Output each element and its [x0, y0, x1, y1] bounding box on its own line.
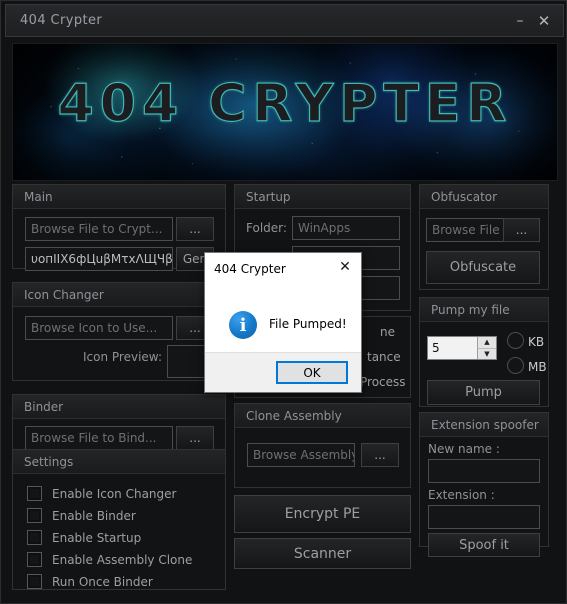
obfuscate-button[interactable]: Obfuscate — [426, 251, 540, 284]
dialog-ok-button[interactable]: OK — [276, 361, 348, 384]
settings-panel-title: Settings — [13, 450, 225, 474]
banner-logo-text: 404 CRYPTER — [57, 73, 513, 134]
clone-assembly-panel: Clone Assembly Browse Assembly ... — [234, 403, 411, 488]
crypt-file-input[interactable]: Browse File to Crypt... — [25, 217, 173, 241]
minimize-button[interactable]: – — [511, 12, 529, 30]
app-banner: 404 CRYPTER — [12, 43, 558, 181]
label-run-once-binder[interactable]: Run Once Binder — [52, 575, 153, 589]
bind-file-input[interactable]: Browse File to Bind... — [25, 426, 173, 450]
window-title: 404 Crypter — [20, 13, 103, 28]
extension-label: Extension : — [428, 488, 495, 502]
label-enable-assembly-clone[interactable]: Enable Assembly Clone — [52, 553, 192, 567]
icon-file-input[interactable]: Browse Icon to Use... — [25, 316, 173, 340]
checkbox-run-once-binder[interactable] — [27, 574, 42, 589]
dialog-footer: OK — [205, 352, 361, 392]
startup-option-1-label[interactable]: ne — [380, 325, 395, 339]
label-unit-mb[interactable]: MB — [528, 360, 547, 374]
dialog-close-icon[interactable]: ✕ — [335, 258, 355, 276]
startup-folder-label: Folder: — [246, 221, 287, 235]
startup-option-2-label[interactable]: tance — [367, 350, 401, 364]
encryption-key-input[interactable]: υοпIIХ6фЦuβMτхΛЩЧβшк — [25, 247, 173, 271]
pump-amount-stepper[interactable]: 5 ▲ ▼ — [427, 336, 497, 360]
new-name-input[interactable] — [428, 459, 540, 483]
crypt-file-browse-button[interactable]: ... — [176, 217, 214, 241]
startup-option-3-label[interactable]: Process — [360, 375, 406, 389]
spoof-it-button[interactable]: Spoof it — [428, 533, 540, 557]
icon-changer-panel: Icon Changer Browse Icon to Use... ... I… — [12, 282, 226, 381]
binder-panel-title: Binder — [13, 395, 225, 419]
dialog-message: File Pumped! — [269, 317, 347, 331]
bind-file-browse-button[interactable]: ... — [176, 426, 214, 450]
main-panel-title: Main — [13, 185, 225, 209]
icon-changer-panel-title: Icon Changer — [13, 283, 225, 307]
encrypt-pe-button[interactable]: Encrypt PE — [234, 495, 411, 533]
obfuscate-file-browse-button[interactable]: ... — [503, 218, 540, 242]
info-icon: i — [229, 311, 257, 339]
extension-spoofer-panel-title: Extension spoofer — [420, 413, 548, 437]
radio-unit-mb[interactable] — [507, 357, 524, 374]
pump-panel: Pump my file 5 ▲ ▼ KB MB Pump — [419, 297, 549, 407]
clone-assembly-browse-button[interactable]: ... — [361, 443, 399, 467]
stepper-up-icon[interactable]: ▲ — [478, 337, 496, 349]
checkbox-enable-startup[interactable] — [27, 530, 42, 545]
pump-panel-title: Pump my file — [420, 298, 548, 322]
application-window: 404 Crypter – ✕ 404 CRYPTER Main Browse … — [0, 0, 567, 604]
clone-assembly-panel-title: Clone Assembly — [235, 404, 410, 428]
extension-input[interactable] — [428, 505, 540, 529]
startup-folder-input[interactable]: WinApps — [292, 216, 400, 240]
main-panel: Main Browse File to Crypt... ... υοпIIХ6… — [12, 184, 226, 271]
icon-preview-label: Icon Preview: — [83, 350, 162, 364]
title-bar: 404 Crypter – ✕ — [5, 4, 564, 37]
checkbox-enable-binder[interactable] — [27, 508, 42, 523]
radio-unit-kb[interactable] — [507, 332, 524, 349]
dialog-title: 404 Crypter — [214, 262, 286, 276]
pump-amount-arrows[interactable]: ▲ ▼ — [477, 337, 496, 359]
clone-assembly-input[interactable]: Browse Assembly — [247, 443, 355, 467]
new-name-label: New name : — [428, 442, 500, 456]
obfuscator-panel-title: Obfuscator — [420, 185, 548, 209]
label-unit-kb[interactable]: KB — [528, 335, 544, 349]
obfuscate-file-input[interactable]: Browse File — [426, 218, 504, 242]
checkbox-enable-assembly-clone[interactable] — [27, 552, 42, 567]
stepper-down-icon[interactable]: ▼ — [478, 349, 496, 360]
label-enable-icon-changer[interactable]: Enable Icon Changer — [52, 487, 176, 501]
label-enable-startup[interactable]: Enable Startup — [52, 531, 141, 545]
scanner-button[interactable]: Scanner — [234, 538, 411, 569]
obfuscator-panel: Obfuscator Browse File ... Obfuscate — [419, 184, 549, 290]
checkbox-enable-icon-changer[interactable] — [27, 486, 42, 501]
binder-panel: Binder Browse File to Bind... ... — [12, 394, 226, 451]
settings-panel: Settings Enable Icon Changer Enable Bind… — [12, 449, 226, 590]
close-button[interactable]: ✕ — [535, 12, 553, 30]
extension-spoofer-panel: Extension spoofer New name : Extension :… — [419, 412, 549, 557]
message-dialog: 404 Crypter ✕ i File Pumped! OK — [204, 252, 362, 393]
pump-button[interactable]: Pump — [427, 380, 540, 405]
pump-amount-value[interactable]: 5 — [428, 337, 477, 359]
startup-panel-title: Startup — [235, 185, 410, 209]
label-enable-binder[interactable]: Enable Binder — [52, 509, 136, 523]
